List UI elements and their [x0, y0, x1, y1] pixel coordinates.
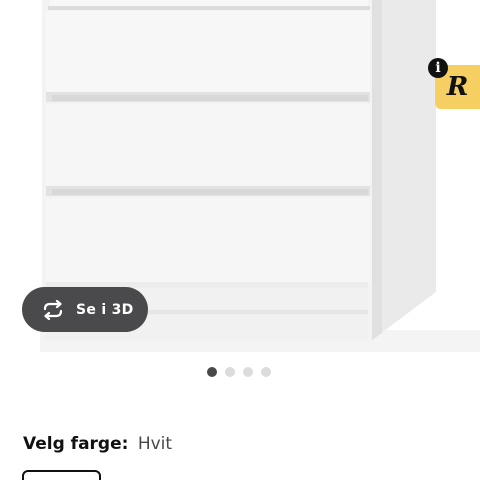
- color-swatch-selected[interactable]: [22, 470, 101, 480]
- view-in-3d-label: Se i 3D: [76, 301, 134, 318]
- selected-color-value: Hvit: [137, 434, 173, 454]
- color-selector-heading: Velg farge: Hvit: [23, 434, 172, 454]
- rotate-3d-icon: [43, 299, 63, 320]
- info-icon[interactable]: i: [428, 58, 448, 78]
- color-label: Velg farge:: [23, 434, 129, 454]
- carousel-dot-4[interactable]: [261, 367, 271, 377]
- image-carousel-dots: [207, 367, 271, 377]
- retailer-badge[interactable]: i R: [428, 58, 480, 110]
- r-logo-letter: R: [446, 72, 469, 102]
- view-in-3d-button[interactable]: Se i 3D: [22, 287, 148, 332]
- carousel-dot-3[interactable]: [243, 367, 253, 377]
- carousel-dot-1[interactable]: [207, 367, 217, 377]
- carousel-dot-2[interactable]: [225, 367, 235, 377]
